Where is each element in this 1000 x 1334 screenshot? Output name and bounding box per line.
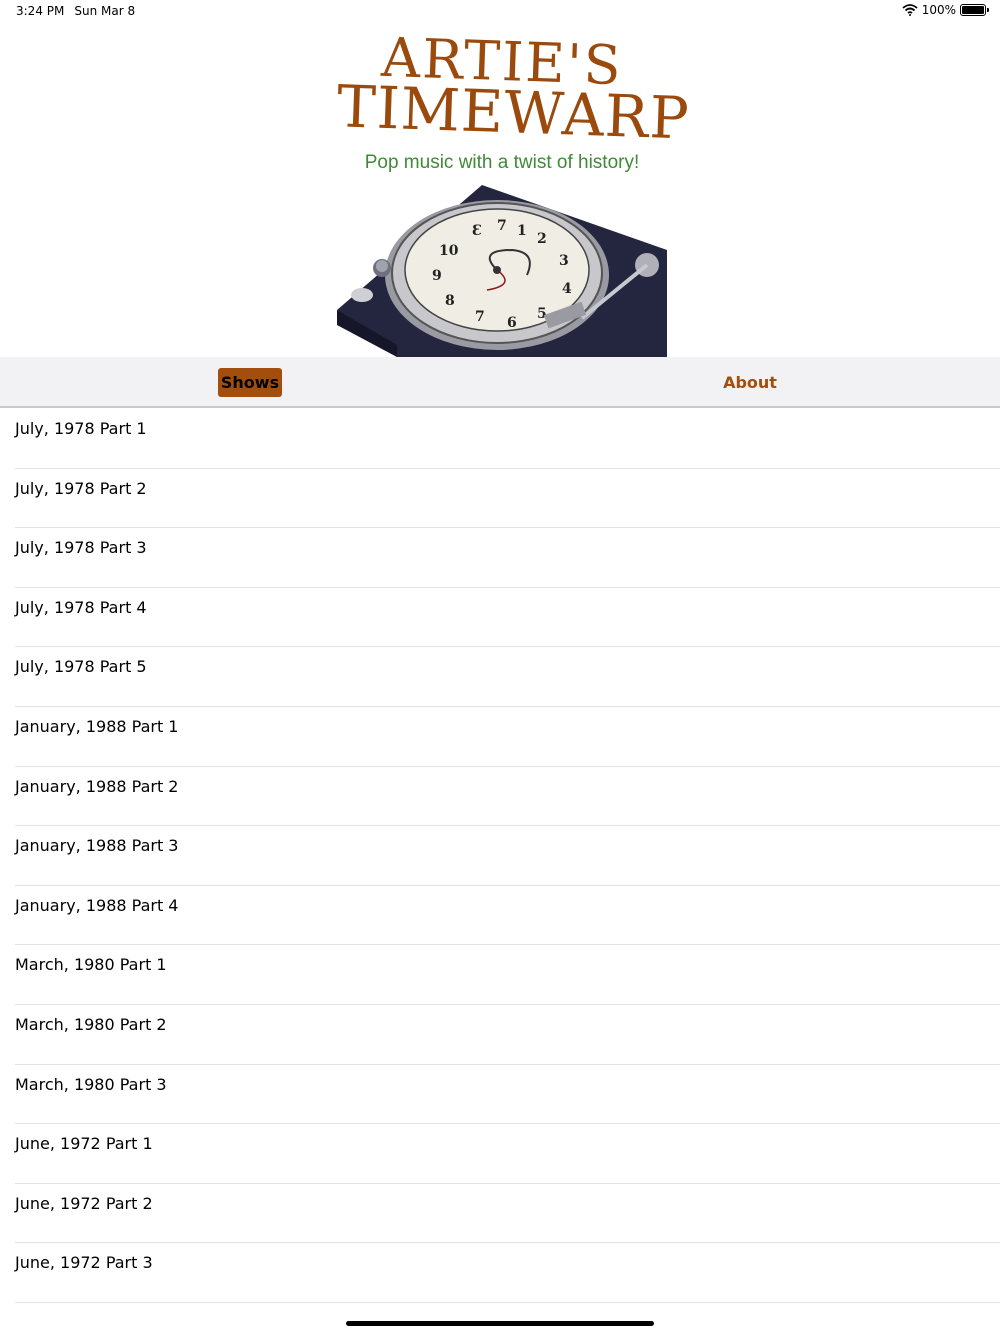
svg-text:6: 6 (507, 315, 517, 331)
show-list-item[interactable]: July, 1978 Part 1 (15, 409, 1000, 469)
svg-text:5: 5 (537, 306, 547, 322)
svg-text:Ɛ: Ɛ (472, 223, 482, 239)
show-title: July, 1978 Part 3 (15, 538, 147, 558)
home-indicator[interactable] (346, 1321, 654, 1326)
show-list-item[interactable]: March, 1980 Part 1 (15, 945, 1000, 1005)
show-title: June, 1972 Part 3 (15, 1253, 153, 1273)
show-list-item[interactable]: January, 1988 Part 4 (15, 886, 1000, 946)
status-time: 3:24 PM Sun Mar 8 (16, 4, 135, 18)
show-list: July, 1978 Part 1 July, 1978 Part 2 July, … (0, 409, 1000, 1303)
logo-tagline: Pop music with a twist of history! (364, 152, 640, 173)
svg-text:3: 3 (559, 253, 569, 269)
show-list-item[interactable]: March, 1980 Part 2 (15, 1005, 1000, 1065)
status-bar: 3:24 PM Sun Mar 8 100% (0, 0, 1000, 24)
show-list-item[interactable]: July, 1978 Part 3 (15, 528, 1000, 588)
tab-bar: Shows About (0, 357, 1000, 408)
show-list-item[interactable]: June, 1972 Part 3 (15, 1243, 1000, 1303)
turntable-clock-image: Ɛ71 234 567 8910 (337, 185, 667, 357)
show-list-item[interactable]: July, 1978 Part 5 (15, 647, 1000, 707)
show-list-item[interactable]: July, 1978 Part 4 (15, 588, 1000, 648)
show-title: July, 1978 Part 5 (15, 657, 147, 677)
show-title: January, 1988 Part 1 (15, 716, 179, 736)
show-title: January, 1988 Part 3 (15, 836, 179, 856)
svg-text:4: 4 (562, 281, 572, 297)
svg-text:1: 1 (517, 223, 527, 239)
show-title: June, 1972 Part 1 (15, 1134, 153, 1154)
battery-fill (962, 6, 984, 14)
tab-about[interactable]: About (710, 368, 790, 397)
show-list-item[interactable]: March, 1980 Part 3 (15, 1065, 1000, 1125)
svg-text:8: 8 (445, 293, 455, 309)
svg-text:7: 7 (475, 309, 485, 325)
wifi-icon (902, 4, 918, 16)
battery-percent: 100% (921, 3, 956, 17)
show-list-item[interactable]: January, 1988 Part 1 (15, 707, 1000, 767)
artie-timewarp-logo: ARTIE'S TIMEWARP Pop music with a twist … (335, 22, 691, 357)
show-title: January, 1988 Part 4 (15, 895, 179, 915)
show-list-item[interactable]: January, 1988 Part 3 (15, 826, 1000, 886)
logo-title-line2: TIMEWARP (335, 72, 691, 153)
show-list-item[interactable]: June, 1972 Part 1 (15, 1124, 1000, 1184)
status-right: 100% (902, 3, 989, 17)
show-title: July, 1978 Part 1 (15, 419, 147, 438)
show-title: January, 1988 Part 2 (15, 776, 179, 796)
show-title: July, 1978 Part 4 (15, 597, 147, 617)
tab-shows[interactable]: Shows (218, 368, 282, 397)
show-list-item[interactable]: June, 1972 Part 2 (15, 1184, 1000, 1244)
show-title: June, 1972 Part 2 (15, 1193, 153, 1213)
show-title: March, 1980 Part 1 (15, 955, 167, 975)
svg-text:2: 2 (537, 231, 547, 247)
show-list-item[interactable]: July, 1978 Part 2 (15, 469, 1000, 529)
show-list-item[interactable]: January, 1988 Part 2 (15, 767, 1000, 827)
show-title: March, 1980 Part 3 (15, 1074, 167, 1094)
battery-icon (960, 4, 989, 16)
svg-text:7: 7 (497, 218, 507, 234)
svg-text:9: 9 (432, 268, 442, 284)
status-date: Sun Mar 8 (74, 4, 136, 18)
svg-text:10: 10 (439, 243, 459, 259)
show-title: July, 1978 Part 2 (15, 478, 147, 498)
status-clock: 3:24 PM (16, 4, 65, 18)
show-title: March, 1980 Part 2 (15, 1014, 167, 1034)
